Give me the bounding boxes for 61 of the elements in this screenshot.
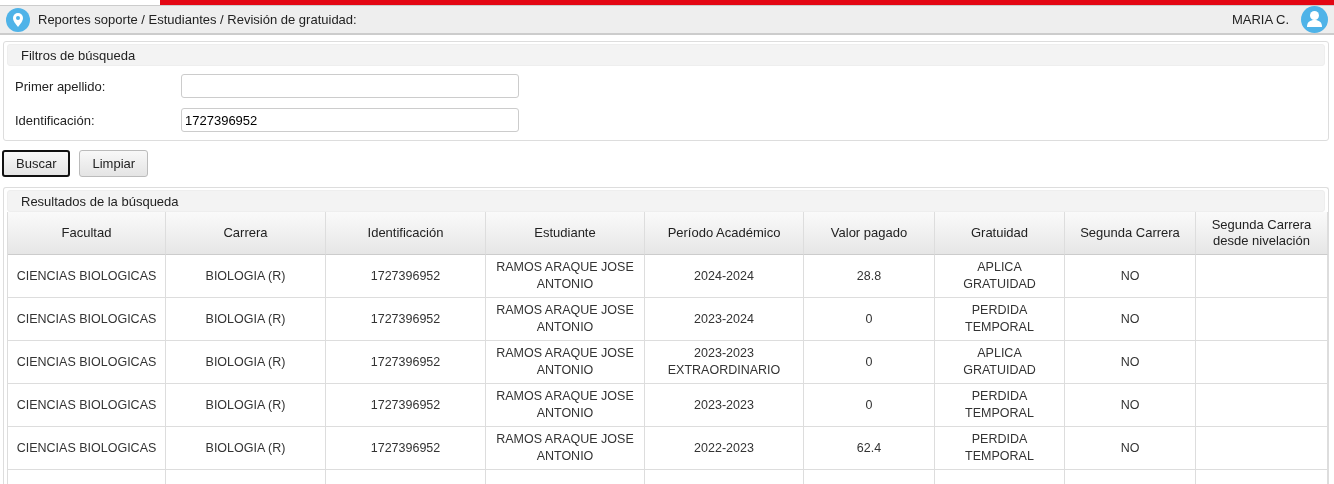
table-cell: 62.4 — [804, 427, 935, 470]
table-cell: RAMOS ARAQUE JOSE ANTONIO — [486, 298, 645, 341]
table-cell: 1727396952 — [326, 255, 486, 298]
field-label: Identificación: — [15, 112, 96, 128]
table-cell: NO — [1065, 255, 1196, 298]
table-cell: 2022-2023 — [645, 427, 804, 470]
table-cell: 0 — [804, 341, 935, 384]
table-cell: CIENCIAS BIOLOGICAS — [8, 255, 166, 298]
user-name: MARIA C. — [1231, 12, 1289, 27]
table-cell: CIENCIAS BIOLOGICAS — [8, 384, 166, 427]
table-cell: 0 — [804, 384, 935, 427]
breadcrumb: Reportes soporte / Estudiantes / Revisión de gratuidad: — [38, 12, 358, 27]
field-label: Primer apellido: — [15, 78, 107, 94]
table-cell: RAMOS ARAQUE JOSE ANTONIO — [486, 427, 645, 470]
column-header[interactable]: Carrera — [166, 212, 326, 255]
table-cell: CIENCIAS BIOLOGICAS — [8, 298, 166, 341]
column-header[interactable]: Identificación — [326, 212, 486, 255]
action-button[interactable]: Buscar — [2, 150, 71, 177]
column-header[interactable]: Valor pagado — [804, 212, 935, 255]
table-cell: CIENCIAS BIOLOGICAS — [8, 341, 166, 384]
table-cell: PERDIDA TEMPORAL — [935, 427, 1065, 470]
table-cell: 2023-2023 EXTRAORDINARIO — [645, 341, 804, 384]
table-cell: BIOLOGIA (R) — [166, 255, 326, 298]
table-cell: RAMOS ARAQUE JOSE ANTONIO — [486, 341, 645, 384]
column-header[interactable]: Facultad — [8, 212, 166, 255]
input-field[interactable] — [181, 74, 519, 98]
table-cell: NO — [1065, 384, 1196, 427]
table-cell: PERDIDA TEMPORAL — [935, 298, 1065, 341]
table-cell: 2023-2024 — [645, 298, 804, 341]
table-cell: 0 — [804, 298, 935, 341]
table-cell: NO — [1065, 298, 1196, 341]
table-cell: RAMOS ARAQUE JOSE ANTONIO — [486, 255, 645, 298]
table-cell: 1727396952 — [326, 384, 486, 427]
table-cell: 1727396952 — [326, 341, 486, 384]
table-cell: 28.8 — [804, 255, 935, 298]
table-cell: 2024-2024 — [645, 255, 804, 298]
action-button[interactable]: Limpiar — [79, 150, 149, 177]
table-cell: CIENCIAS BIOLOGICAS — [8, 427, 166, 470]
column-header[interactable]: Segunda Carrera — [1065, 212, 1196, 255]
location-pin-icon — [6, 7, 30, 32]
table-cell: 1727396952 — [326, 298, 486, 341]
column-header[interactable]: Estudiante — [486, 212, 645, 255]
table-cell: NO — [1065, 427, 1196, 470]
table-cell: BIOLOGIA (R) — [166, 298, 326, 341]
panel-title: Resultados de la búsqueda — [7, 190, 1325, 212]
table-cell: BIOLOGIA (R) — [166, 384, 326, 427]
table-cell: PERDIDA TEMPORAL — [935, 384, 1065, 427]
table-cell: BIOLOGIA (R) — [166, 427, 326, 470]
user-avatar-icon[interactable] — [1301, 6, 1328, 33]
table-cell: 2023-2023 — [645, 384, 804, 427]
table-cell: APLICA GRATUIDAD — [935, 255, 1065, 298]
table-cell: RAMOS ARAQUE JOSE ANTONIO — [486, 384, 645, 427]
table-cell: NO — [1065, 341, 1196, 384]
table-cell: BIOLOGIA (R) — [166, 341, 326, 384]
panel-title: Filtros de búsqueda — [7, 44, 1325, 66]
column-header[interactable]: Gratuidad — [935, 212, 1065, 255]
input-field[interactable]: 1727396952 — [181, 108, 519, 132]
table-cell: 1727396952 — [326, 427, 486, 470]
column-header[interactable]: Segunda Carrera desde nivelación — [1196, 212, 1328, 255]
table-cell: APLICA GRATUIDAD — [935, 341, 1065, 384]
column-header[interactable]: Período Académico — [645, 212, 804, 255]
